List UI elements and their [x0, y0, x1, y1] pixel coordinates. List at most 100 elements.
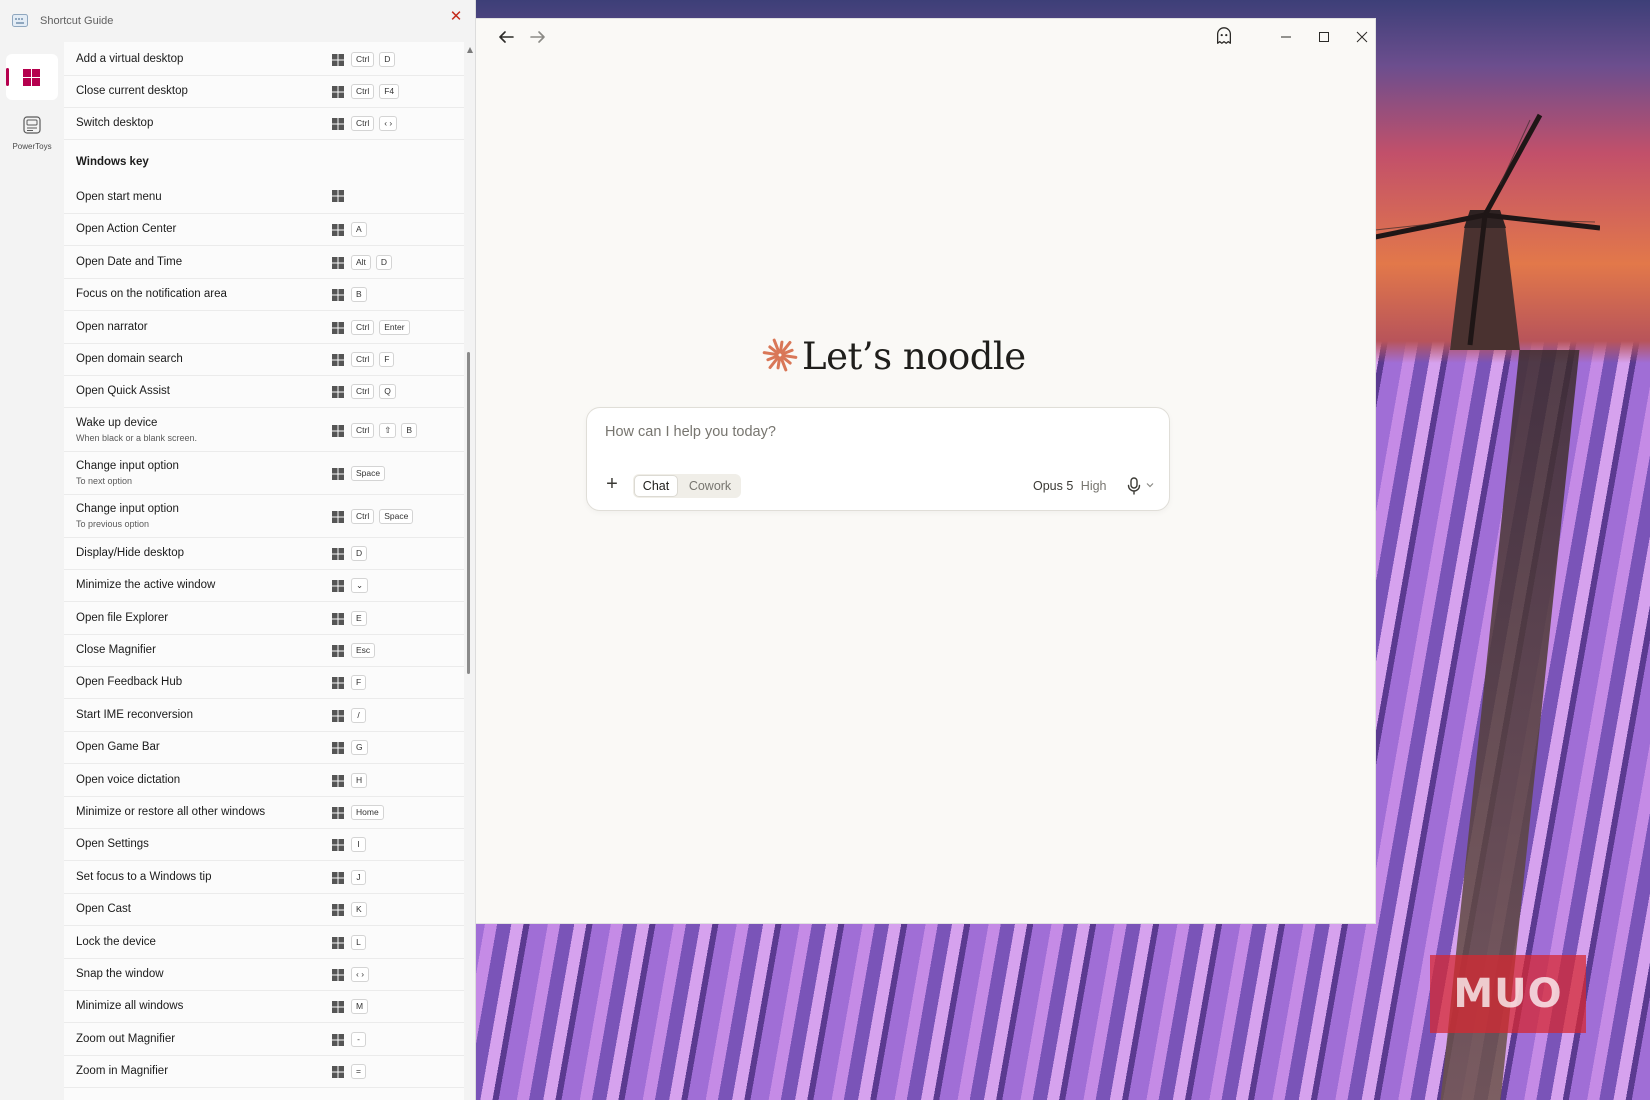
shortcut-label: Minimize all windows: [76, 1000, 184, 1012]
shortcut-row: Open Game Bar G: [64, 732, 464, 764]
shortcut-keys: G: [332, 740, 368, 755]
shortcut-keys: /: [332, 708, 366, 723]
windows-key-icon: [332, 644, 344, 657]
shortcut-guide-titlebar: Shortcut Guide ✕: [0, 0, 476, 42]
shortcut-label: Open Date and Time: [76, 256, 183, 268]
windows-key-icon: [332, 579, 344, 592]
prompt-input[interactable]: [605, 420, 1145, 444]
shortcut-label: Open domain search: [76, 353, 183, 365]
shortcut-row: Open narrator Ctrl Enter: [64, 312, 464, 344]
scrollbar-thumb[interactable]: [467, 352, 470, 674]
shortcut-label: Minimize the active window: [76, 579, 216, 591]
windows-key-icon: [332, 774, 344, 787]
shortcut-keys: Ctrl Space: [332, 509, 414, 524]
add-attachment-button[interactable]: +: [601, 474, 623, 496]
shortcut-label: Open Game Bar: [76, 741, 160, 753]
keycap: Ctrl: [351, 384, 375, 399]
mode-chat-button[interactable]: Chat: [634, 475, 678, 497]
nav-item-label: PowerToys: [12, 142, 52, 151]
shortcut-row: Open file Explorer E: [64, 603, 464, 635]
shortcut-guide-title: Shortcut Guide: [40, 15, 114, 27]
shortcut-label: Open Quick Assist: [76, 385, 170, 397]
shortcut-description: To previous option: [76, 519, 150, 529]
close-icon: ✕: [449, 8, 463, 25]
shortcut-guide-close-button[interactable]: ✕: [446, 7, 466, 27]
windows-key-icon: [332, 424, 344, 437]
shortcut-row: Display/Hide desktop D: [64, 538, 464, 570]
shortcut-row: Minimize the active window ⌄: [64, 570, 464, 602]
microphone-icon[interactable]: [1125, 476, 1143, 496]
shortcut-keys: [332, 190, 346, 202]
shortcut-keys: Ctrl ‹ ›: [332, 116, 398, 131]
shortcut-row: Set focus to a Windows tip J: [64, 862, 464, 894]
keycap: Ctrl: [351, 509, 375, 524]
keycap: ‹ ›: [351, 967, 370, 982]
nav-item-powertoys[interactable]: PowerToys: [6, 112, 58, 162]
forward-arrow-icon[interactable]: [526, 27, 550, 47]
shortcut-keys: B: [332, 287, 367, 302]
shortcut-keys: Space: [332, 466, 386, 481]
windows-key-icon: [332, 612, 344, 625]
shortcut-label: Open Cast: [76, 903, 131, 915]
keycap: Ctrl: [351, 116, 375, 131]
shortcut-keys: Ctrl Q: [332, 384, 396, 399]
shortcut-keys: Alt D: [332, 255, 393, 270]
shortcut-label: Open file Explorer: [76, 612, 169, 624]
windows-key-icon: [332, 223, 344, 236]
shortcut-keys: A: [332, 222, 367, 237]
windows-key-icon: [332, 467, 344, 480]
model-name: Opus 5: [1033, 479, 1074, 493]
windows-key-icon: [332, 968, 344, 981]
windows-key-icon: [332, 510, 344, 523]
keycap: B: [401, 423, 418, 438]
greeting-title: Let’s noodle: [802, 335, 1026, 378]
effort-level: High: [1080, 479, 1107, 493]
keycap: -: [351, 1032, 366, 1047]
shortcut-label: Minimize or restore all other windows: [76, 806, 266, 818]
shortcut-label: Open Settings: [76, 838, 149, 850]
model-selector[interactable]: Opus 5 High: [1033, 476, 1107, 496]
shortcut-row: Minimize all windows M: [64, 991, 464, 1023]
shortcut-label: Open start menu: [76, 191, 162, 203]
keycap: Q: [379, 384, 396, 399]
close-icon[interactable]: [1350, 27, 1374, 47]
shortcut-row: Open Cast K: [64, 894, 464, 926]
windows-key-icon: [332, 903, 344, 916]
shortcut-label: Add a virtual desktop: [76, 53, 184, 65]
shortcut-keys: F: [332, 675, 367, 690]
windows-key-icon: [332, 936, 344, 949]
scroll-up-arrow-icon[interactable]: [466, 46, 474, 54]
shortcut-keys: Esc: [332, 643, 376, 658]
keycap: A: [351, 222, 367, 237]
back-arrow-icon[interactable]: [494, 27, 518, 47]
shortcut-label: Open Feedback Hub: [76, 676, 183, 688]
nav-item-windows[interactable]: [6, 54, 58, 100]
shortcut-keys: K: [332, 902, 367, 917]
selection-indicator: [6, 68, 9, 86]
shortcut-description: When black or a blank screen.: [76, 433, 198, 443]
windows-key-icon: [332, 676, 344, 689]
ghost-icon[interactable]: [1212, 26, 1236, 46]
windows-key-icon: [332, 190, 344, 202]
shortcut-guide-panel: Shortcut Guide ✕ PowerToys Add a virtual…: [0, 0, 476, 1100]
minimize-icon[interactable]: [1274, 27, 1298, 47]
keycap: Ctrl: [351, 352, 375, 367]
keycap: Ctrl: [351, 320, 375, 335]
shortcut-row: Zoom in Magnifier =: [64, 1056, 464, 1088]
mode-cowork-button[interactable]: Cowork: [683, 475, 737, 497]
shortcut-label: Zoom in Magnifier: [76, 1065, 169, 1077]
shortcut-row: Focus on the notification area B: [64, 279, 464, 311]
windows-key-icon: [332, 838, 344, 851]
keycap: Space: [379, 509, 414, 524]
shortcut-row: Wake up device When black or a blank scre…: [64, 409, 464, 452]
shortcut-row: Change input option To next option Space: [64, 452, 464, 495]
claude-app-window: Let’s noodle + Chat Cowork Opus 5 High: [476, 18, 1376, 924]
shortcut-label: Close current desktop: [76, 85, 188, 97]
windows-key-icon: [332, 1033, 344, 1046]
shortcut-row: Open Action Center A: [64, 214, 464, 246]
watermark-logo: MUO: [1430, 955, 1586, 1033]
maximize-icon[interactable]: [1312, 27, 1336, 47]
shortcut-list[interactable]: Add a virtual desktop Ctrl D Close current …: [64, 42, 464, 1100]
chevron-down-icon[interactable]: [1145, 480, 1155, 490]
windows-key-icon: [332, 353, 344, 366]
